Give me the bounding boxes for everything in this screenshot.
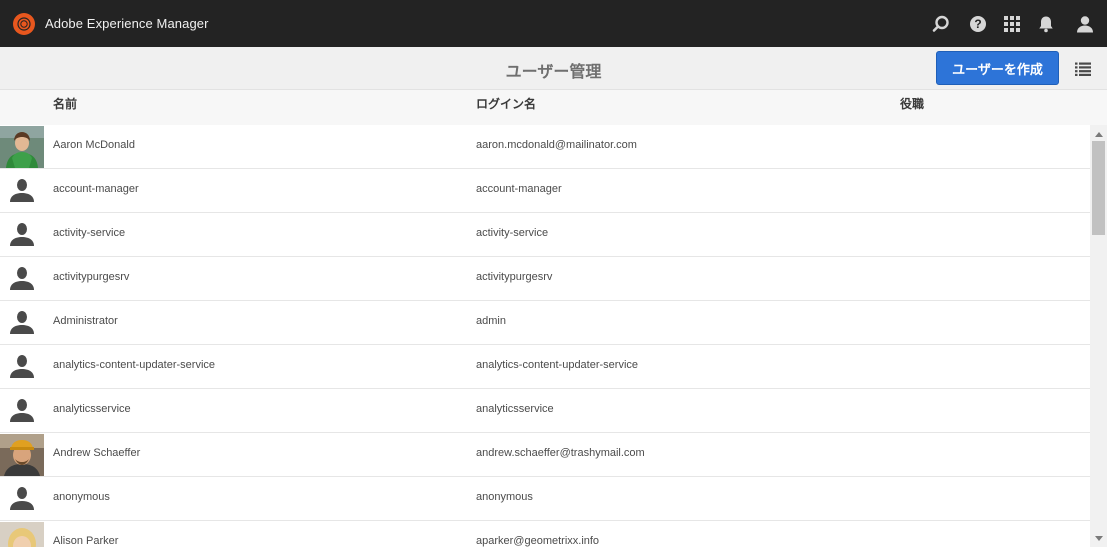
list-view-icon[interactable] [1073,59,1093,79]
default-avatar-icon [0,170,44,212]
user-login: analyticsservice [476,403,554,415]
scroll-down-arrow-icon[interactable] [1090,531,1107,545]
user-name: Alison Parker [53,535,119,547]
brand-home-link[interactable]: Adobe Experience Manager [13,12,209,35]
scroll-up-arrow-icon[interactable] [1090,127,1107,141]
user-row[interactable]: Andrew Schaeffer andrew.schaeffer@trashy… [0,433,1090,477]
help-icon[interactable]: ? [961,0,995,47]
avatar [0,522,44,547]
user-name: Andrew Schaeffer [53,447,141,459]
default-avatar-icon [0,302,44,344]
default-avatar-icon [0,478,44,520]
user-name: analytics-content-updater-service [53,359,216,371]
svg-text:?: ? [974,17,981,31]
user-login: activitypurgesrv [476,271,553,283]
user-list: Aaron McDonald aaron.mcdonald@mailinator… [0,125,1090,547]
search-icon[interactable] [921,0,961,47]
user-login: activity-service [476,227,549,239]
default-avatar-icon [0,258,44,300]
column-header-login[interactable]: ログイン名 [476,95,536,112]
action-bar: ユーザー管理 ユーザーを作成 [0,47,1107,90]
apps-grid-icon[interactable] [995,0,1029,47]
app-title: Adobe Experience Manager [45,16,209,31]
user-name: account-manager [53,183,139,195]
user-login: aaron.mcdonald@mailinator.com [476,139,637,151]
global-header: Adobe Experience Manager ? [0,0,1107,47]
header-actions: ? [921,0,1107,47]
user-row[interactable]: activitypurgesrv activitypurgesrv [0,257,1090,301]
user-login: analytics-content-updater-service [476,359,639,371]
user-name: activity-service [53,227,126,239]
user-name: anonymous [53,491,110,503]
user-login: aparker@geometrixx.info [476,535,600,547]
user-login: admin [476,315,506,327]
scrollbar-thumb[interactable] [1092,141,1105,235]
bell-icon[interactable] [1029,0,1063,47]
avatar [0,126,44,168]
user-name: Aaron McDonald [53,139,135,151]
user-name: activitypurgesrv [53,271,130,283]
user-login: anonymous [476,491,533,503]
user-row[interactable]: analyticsservice analyticsservice [0,389,1090,433]
column-header-role[interactable]: 役職 [900,95,924,112]
user-row[interactable]: Aaron McDonald aaron.mcdonald@mailinator… [0,125,1090,169]
user-row[interactable]: analytics-content-updater-service analyt… [0,345,1090,389]
create-user-button[interactable]: ユーザーを作成 [936,51,1059,85]
default-avatar-icon [0,390,44,432]
column-header-row: 名前 ログイン名 役職 [0,90,1107,125]
user-login: account-manager [476,183,562,195]
user-name: analyticsservice [53,403,131,415]
user-row[interactable]: Alison Parker aparker@geometrixx.info [0,521,1090,547]
vertical-scrollbar[interactable] [1090,125,1107,547]
user-icon[interactable] [1063,0,1107,47]
user-row[interactable]: anonymous anonymous [0,477,1090,521]
user-row[interactable]: account-manager account-manager [0,169,1090,213]
user-row[interactable]: activity-service activity-service [0,213,1090,257]
aem-logo-icon [13,12,35,35]
default-avatar-icon [0,346,44,388]
column-header-name[interactable]: 名前 [53,95,77,112]
user-login: andrew.schaeffer@trashymail.com [476,447,645,459]
avatar [0,434,44,476]
user-row[interactable]: Administrator admin [0,301,1090,345]
default-avatar-icon [0,214,44,256]
user-name: Administrator [53,315,118,327]
